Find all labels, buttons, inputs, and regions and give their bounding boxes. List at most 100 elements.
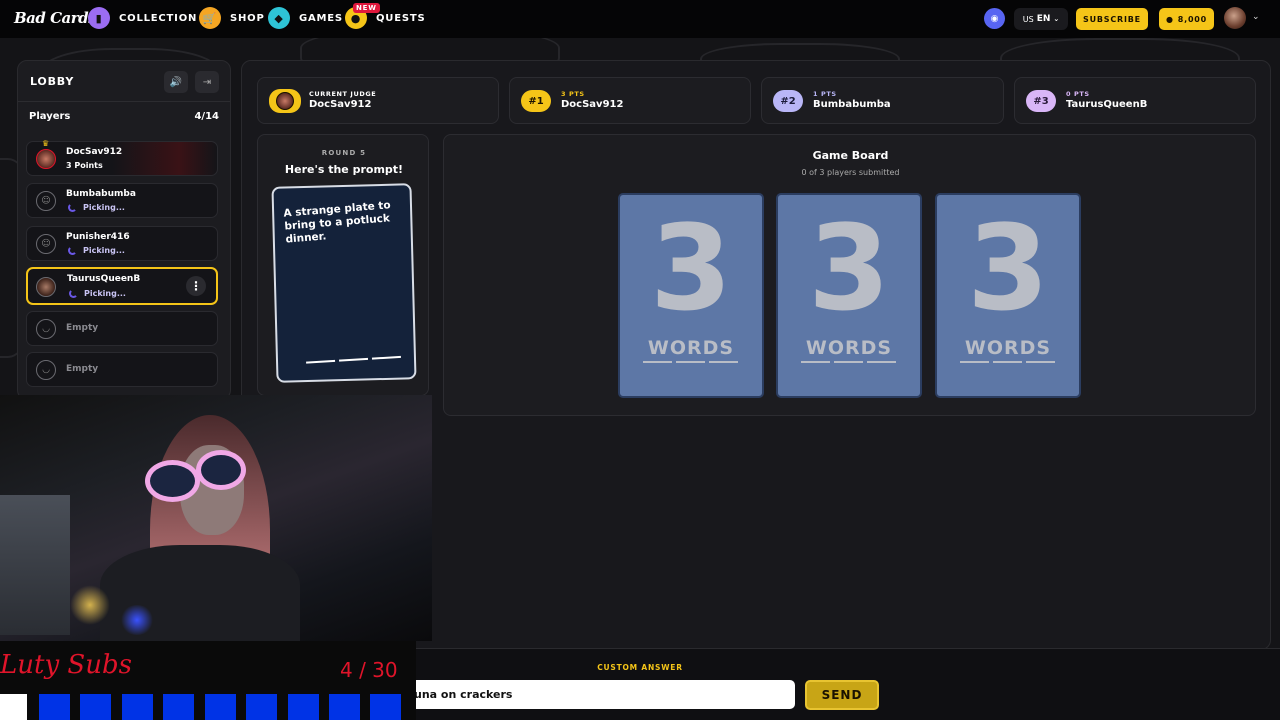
coin-balance: 8,000 — [1177, 14, 1208, 24]
nav-shop-label: SHOP — [230, 12, 265, 24]
spinner-icon — [69, 289, 78, 298]
nav-quests[interactable]: ● NEW QUESTS — [345, 3, 426, 29]
player-row-self[interactable]: TaurusQueenB Picking... ⋮ — [26, 267, 218, 305]
exit-icon[interactable]: ⇥ — [195, 71, 219, 93]
player-name: TaurusQueenB — [67, 274, 141, 284]
player-name: Punisher416 — [66, 232, 130, 242]
player-name: Bumbabumba — [66, 189, 136, 199]
player-status: Picking... — [84, 289, 126, 298]
rank-badge: #1 — [521, 90, 551, 112]
avatar — [36, 149, 56, 169]
subs-goal-count: 4 / 30 — [340, 658, 398, 682]
progress-segment — [288, 694, 319, 720]
avatar — [36, 277, 56, 297]
nav-collection[interactable]: ▮ COLLECTION — [88, 7, 197, 29]
crown-icon: ♛ — [42, 139, 50, 148]
progress-segment — [80, 694, 111, 720]
card-underline — [676, 361, 705, 363]
card-underline — [709, 361, 738, 363]
facedown-card[interactable]: 3 WORDS — [618, 193, 764, 398]
facedown-card[interactable]: 3 WORDS — [935, 193, 1081, 398]
current-judge-card: CURRENT JUDGE DocSav912 — [257, 77, 499, 124]
user-avatar[interactable] — [1224, 7, 1246, 29]
progress-segment — [122, 694, 153, 720]
facedown-card[interactable]: 3 WORDS — [776, 193, 922, 398]
player-status: Picking... — [83, 246, 125, 255]
spinner-icon — [68, 246, 77, 255]
card-underline — [993, 361, 1022, 363]
custom-answer-input[interactable] — [405, 680, 795, 709]
sunglasses-lens — [145, 460, 200, 502]
rank-badge: #3 — [1026, 90, 1056, 112]
player-row[interactable]: ♛ DocSav912 3 Points — [26, 139, 218, 176]
card-underline — [834, 361, 863, 363]
subs-goal-label: Luty Subs — [0, 650, 132, 680]
discord-icon[interactable]: ◉ — [984, 8, 1005, 29]
prompt-panel: ROUND 5 Here's the prompt! A strange pla… — [257, 134, 429, 396]
lobby-title: LOBBY — [30, 75, 75, 88]
rank-name: Bumbabumba — [813, 99, 891, 110]
webcam-light — [70, 585, 110, 625]
rank-card: #3 0 PTS TaurusQueenB — [1014, 77, 1256, 124]
rank-points: 3 PTS — [561, 90, 585, 98]
nav-shop[interactable]: 🛒 SHOP — [199, 7, 265, 29]
prompt-card: A strange plate to bring to a potluck di… — [271, 183, 417, 383]
webcam-background-shelf — [0, 495, 70, 635]
blank-line — [371, 355, 401, 360]
judge-name: DocSav912 — [309, 99, 372, 110]
empty-seat-icon: ◡ — [36, 360, 56, 380]
rank-points: 1 PTS — [813, 90, 837, 98]
player-status: 3 Points — [66, 161, 103, 170]
games-icon: ◆ — [268, 7, 290, 29]
nav-games[interactable]: ◆ GAMES — [268, 7, 343, 29]
nav-games-label: GAMES — [299, 12, 343, 24]
prompt-text: A strange plate to bring to a potluck di… — [283, 199, 391, 246]
progress-segment — [0, 694, 27, 720]
card-underline — [643, 361, 672, 363]
user-icon: ☺ — [36, 191, 56, 211]
language-selector[interactable]: US EN ⌄ — [1014, 8, 1068, 30]
chevron-down-icon[interactable]: ⌄ — [1252, 12, 1260, 22]
empty-label: Empty — [66, 323, 99, 333]
more-options-icon[interactable]: ⋮ — [186, 276, 206, 296]
empty-seat-icon: ◡ — [36, 319, 56, 339]
coins-button[interactable]: ● 8,000 — [1159, 8, 1214, 30]
card-number: 3 — [649, 199, 733, 337]
chevron-down-icon: ⌄ — [1053, 15, 1060, 23]
board-subtitle: 0 of 3 players submitted — [801, 168, 900, 177]
players-label: Players — [29, 111, 71, 122]
subscribe-button[interactable]: SUBSCRIBE — [1076, 8, 1148, 30]
card-word: WORDS — [647, 337, 735, 359]
card-underline — [801, 361, 830, 363]
language-code: EN — [1036, 14, 1051, 24]
brand-logo[interactable]: Bad Cards — [14, 9, 97, 27]
empty-slot: ◡ Empty — [26, 352, 218, 387]
send-button[interactable]: SEND — [805, 680, 879, 710]
empty-label: Empty — [66, 364, 99, 374]
card-number: 3 — [807, 199, 891, 337]
nav-quests-label: QUESTS — [376, 12, 426, 24]
player-row[interactable]: ☺ Bumbabumba Picking... — [26, 183, 218, 218]
progress-segment — [329, 694, 360, 720]
rank-name: DocSav912 — [561, 99, 624, 110]
progress-segment — [205, 694, 236, 720]
judge-label: CURRENT JUDGE — [309, 90, 377, 98]
card-underline — [1026, 361, 1055, 363]
rank-card: #2 1 PTS Bumbabumba — [761, 77, 1004, 124]
sound-icon[interactable]: 🔊 — [164, 71, 188, 93]
spinner-icon — [68, 203, 77, 212]
new-badge: NEW — [353, 3, 380, 13]
board-title: Game Board — [812, 149, 889, 162]
progress-segment — [246, 694, 277, 720]
card-word: WORDS — [964, 337, 1052, 359]
progress-segment — [39, 694, 70, 720]
empty-slot: ◡ Empty — [26, 311, 218, 346]
card-number: 3 — [966, 199, 1050, 337]
player-row[interactable]: ☺ Punisher416 Picking... — [26, 226, 218, 261]
avatar — [269, 89, 301, 113]
progress-segment — [370, 694, 401, 720]
rank-badge: #2 — [773, 90, 803, 112]
nav-collection-label: COLLECTION — [119, 12, 198, 24]
user-icon: ☺ — [36, 234, 56, 254]
rank-card: #1 3 PTS DocSav912 — [509, 77, 751, 124]
